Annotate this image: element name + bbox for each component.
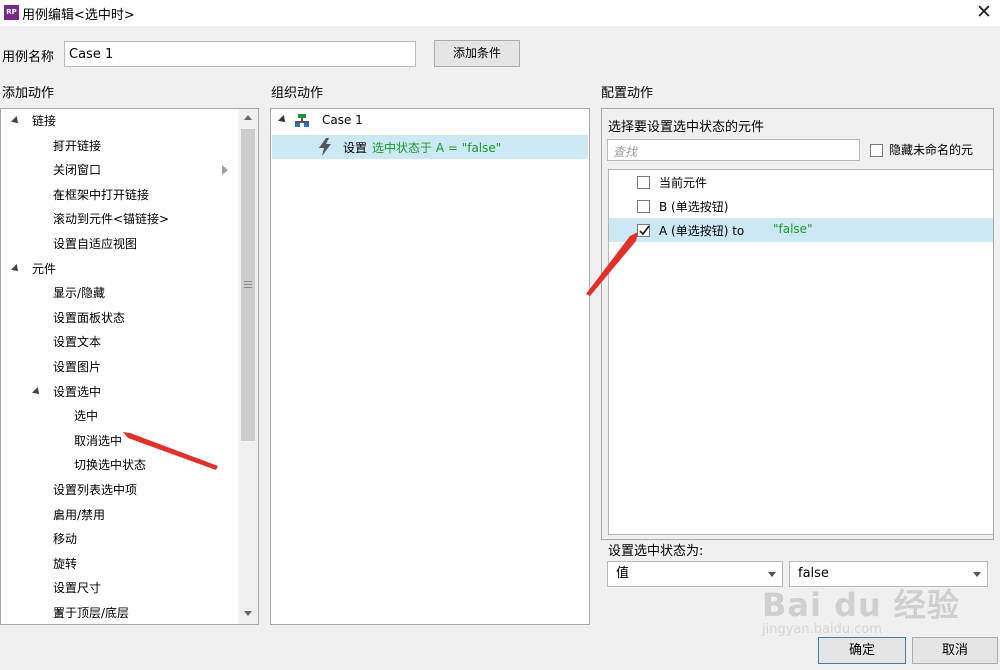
value-type-text: 值	[616, 566, 630, 581]
widget-checkbox-checked[interactable]	[637, 224, 650, 237]
ok-button[interactable]: 确定	[818, 637, 906, 664]
set-state-label: 设置选中状态为:	[608, 544, 704, 559]
tree-item-label: 在框架中打开链接	[53, 187, 150, 202]
widget-label: B (单选按钮)	[659, 200, 729, 214]
tree-scrollbar[interactable]	[239, 109, 258, 624]
tree-item-label: 显示/隐藏	[53, 286, 106, 301]
scroll-down-icon[interactable]	[244, 611, 252, 616]
lightning-icon	[319, 138, 331, 156]
configure-subtitle: 选择要设置选中状态的元件	[608, 120, 765, 135]
tree-item[interactable]: 设置图片	[1, 355, 239, 379]
action-detail: 选中状态于 A = "false"	[372, 141, 502, 155]
chevron-down-icon	[768, 572, 776, 577]
tree-item[interactable]: 切换选中状态	[1, 453, 239, 477]
expanded-triangle-icon[interactable]	[32, 386, 42, 397]
value-text: false	[798, 566, 829, 581]
add-condition-button[interactable]: 添加条件	[434, 40, 520, 67]
widget-list: 当前元件 B (单选按钮) A (单选按钮) to "false"	[608, 169, 993, 535]
configure-actions-title: 配置动作	[601, 86, 654, 101]
tree-item[interactable]: 元件	[1, 257, 239, 281]
tree-item-label: 关闭窗口	[53, 163, 102, 178]
tree-item[interactable]: 设置自适应视图	[1, 232, 239, 256]
action-tree: 链接打开链接关闭窗口在框架中打开链接滚动到元件<锚链接> 设置自适应视图元件显示/…	[1, 109, 239, 624]
widget-row-a[interactable]: A (单选按钮) to "false"	[609, 218, 993, 242]
scroll-up-icon[interactable]	[244, 115, 252, 120]
window-title: 用例编辑<选中时>	[22, 8, 135, 23]
case-icon	[295, 114, 309, 127]
tree-item[interactable]: 滚动到元件<锚链接>	[1, 207, 239, 231]
value-type-select[interactable]: 值	[607, 561, 783, 587]
organize-actions-title: 组织动作	[271, 86, 324, 101]
tree-item[interactable]: 在框架中打开链接	[1, 183, 239, 207]
tree-item-label: 置于顶层/底层	[53, 606, 130, 620]
widget-row-current[interactable]: 当前元件	[609, 170, 993, 194]
tree-item[interactable]: 设置选中	[1, 380, 239, 404]
tree-item-label: 设置面板状态	[53, 310, 126, 325]
widget-row-b[interactable]: B (单选按钮)	[609, 194, 993, 218]
tree-item-label: 移动	[53, 532, 78, 547]
widget-label: A (单选按钮) to	[659, 224, 745, 238]
tree-item[interactable]: 显示/隐藏	[1, 281, 239, 305]
tree-item-label: 链接	[32, 114, 57, 128]
tree-item-label: 滚动到元件<锚链接>	[53, 212, 170, 227]
submenu-arrow-icon	[222, 165, 228, 176]
tree-item[interactable]: 启用/禁用	[1, 503, 239, 527]
tree-item-label: 设置尺寸	[53, 581, 102, 596]
tree-item-label: 设置自适应视图	[53, 237, 138, 251]
close-icon[interactable]: ✕	[972, 1, 996, 23]
tree-item[interactable]: 取消选中	[1, 429, 239, 453]
add-actions-panel: 链接打开链接关闭窗口在框架中打开链接滚动到元件<锚链接> 设置自适应视图元件显示/…	[0, 108, 259, 625]
tree-item[interactable]: 设置面板状态	[1, 306, 239, 330]
case-name-input[interactable]: Case 1	[64, 41, 416, 67]
app-icon: RP	[4, 5, 19, 20]
tree-item[interactable]: 链接	[1, 109, 239, 133]
tree-item-label: 设置列表选中项	[53, 483, 138, 497]
tree-item-label: 选中	[74, 409, 99, 424]
case-label[interactable]: Case 1	[322, 113, 363, 127]
cancel-button[interactable]: 取消	[912, 637, 998, 664]
tree-item[interactable]: 设置尺寸	[1, 576, 239, 600]
hide-unnamed-label: 隐藏未命名的元	[889, 143, 974, 157]
expanded-triangle-icon[interactable]	[11, 263, 21, 274]
tree-item[interactable]: 设置列表选中项	[1, 478, 239, 502]
tree-item-label: 设置选中	[53, 384, 102, 399]
checkmark-icon	[639, 225, 650, 236]
tree-item-label: 旋转	[53, 556, 78, 571]
expanded-triangle-icon[interactable]	[11, 116, 21, 126]
scrollbar-thumb[interactable]	[241, 129, 255, 441]
tree-item-label: 启用/禁用	[53, 507, 106, 522]
search-placeholder: 查找	[613, 145, 638, 159]
tree-item[interactable]: 关闭窗口	[1, 158, 239, 182]
tree-item-label: 取消选中	[74, 433, 123, 448]
case-name-value: Case 1	[69, 47, 114, 62]
add-actions-title: 添加动作	[2, 86, 55, 101]
hide-unnamed-checkbox[interactable]	[870, 144, 883, 157]
chevron-down-icon	[973, 572, 981, 577]
tree-item[interactable]: 置于顶层/底层	[1, 601, 239, 624]
tree-item-label: 设置文本	[53, 335, 102, 350]
tree-item[interactable]: 移动	[1, 527, 239, 551]
widget-checkbox[interactable]	[637, 176, 650, 189]
case-expand-icon[interactable]	[278, 115, 288, 125]
tree-item-label: 设置图片	[53, 360, 102, 374]
tree-item-label: 打开链接	[53, 138, 102, 153]
configure-actions-panel: 选择要设置选中状态的元件 查找 隐藏未命名的元 当前元件 B (单选按钮) A …	[601, 108, 994, 540]
watermark-brand: Bai du 经验	[762, 586, 960, 624]
action-row[interactable]: 设置 选中状态于 A = "false"	[272, 135, 588, 159]
tree-item[interactable]: 打开链接	[1, 134, 239, 158]
organize-actions-panel: Case 1 设置 选中状态于 A = "false"	[270, 108, 590, 625]
title-bar: RP 用例编辑<选中时> ✕	[0, 0, 1000, 26]
action-prefix: 设置	[343, 141, 368, 155]
widget-value: "false"	[773, 222, 813, 236]
tree-item[interactable]: 旋转	[1, 552, 239, 576]
tree-item-label: 切换选中状态	[74, 458, 147, 473]
tree-item-label: 元件	[32, 261, 57, 276]
watermark-url: jingyan.baidu.com	[762, 622, 882, 637]
widget-search-input[interactable]: 查找	[607, 139, 860, 161]
case-name-label: 用例名称	[2, 50, 55, 65]
tree-item[interactable]: 选中	[1, 404, 239, 428]
widget-label: 当前元件	[659, 176, 708, 190]
tree-item[interactable]: 设置文本	[1, 330, 239, 354]
widget-checkbox[interactable]	[637, 200, 650, 213]
